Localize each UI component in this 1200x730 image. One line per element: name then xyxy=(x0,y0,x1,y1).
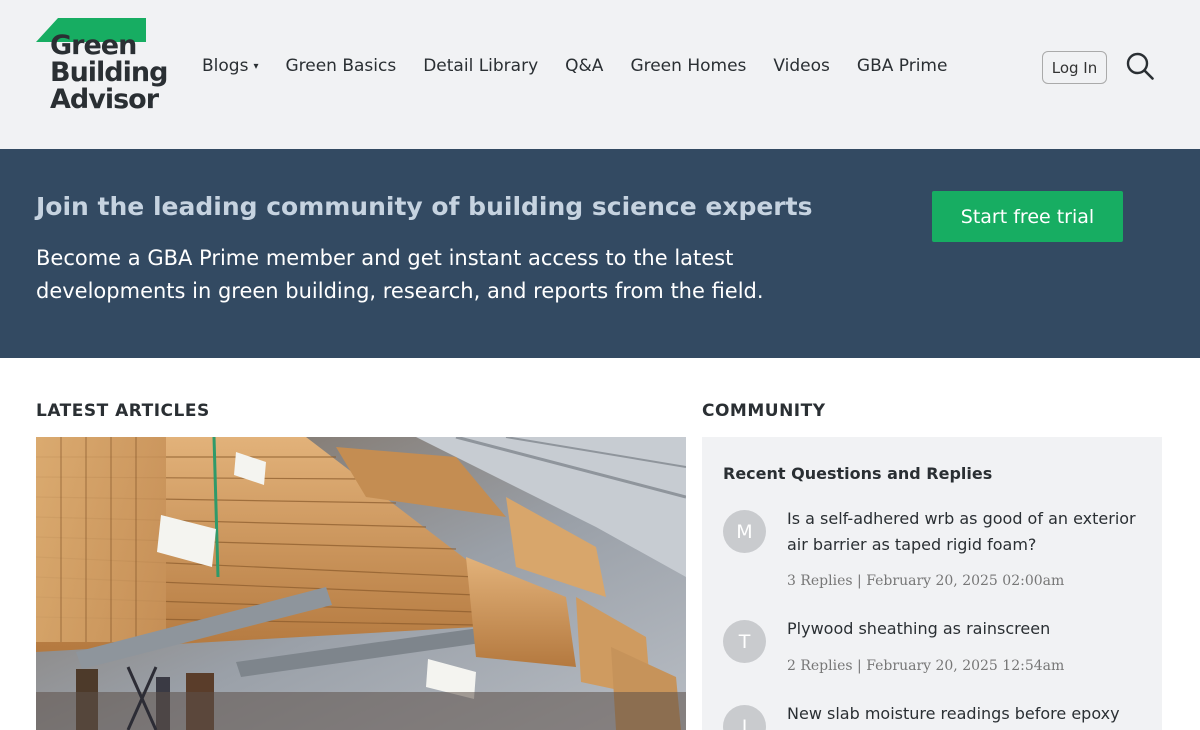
nav-item-qa[interactable]: Q&A xyxy=(565,56,603,76)
nav-item-green-basics[interactable]: Green Basics xyxy=(285,56,396,76)
logo-text: Green Building Advisor xyxy=(50,30,168,115)
question-meta: 2 Replies | February 20, 2025 12:54am xyxy=(787,658,1065,674)
prime-banner: Join the leading community of building s… xyxy=(0,149,1200,358)
avatar: T xyxy=(723,620,766,663)
lumber-rack-image xyxy=(36,437,686,730)
logo[interactable]: Green Building Advisor xyxy=(36,18,181,122)
caret-down-icon: ▾ xyxy=(253,60,259,72)
avatar: M xyxy=(723,510,766,553)
nav-item-label: Blogs xyxy=(202,56,249,76)
community-panel: Recent Questions and Replies M Is a self… xyxy=(702,437,1162,730)
nav-item-detail-library[interactable]: Detail Library xyxy=(423,56,538,76)
search-icon[interactable] xyxy=(1125,51,1155,81)
community-heading: COMMUNITY xyxy=(702,401,826,421)
banner-title: Join the leading community of building s… xyxy=(36,192,813,221)
logo-line-3: Advisor xyxy=(50,84,159,115)
nav-item-gba-prime[interactable]: GBA Prime xyxy=(857,56,948,76)
question-meta: 3 Replies | February 20, 2025 02:00am xyxy=(787,573,1065,589)
latest-articles-heading: LATEST ARTICLES xyxy=(36,401,210,421)
main-nav: Blogs ▾ Green Basics Detail Library Q&A … xyxy=(202,56,974,76)
recent-questions-title: Recent Questions and Replies xyxy=(723,464,993,483)
login-button[interactable]: Log In xyxy=(1042,51,1107,84)
featured-article-image[interactable] xyxy=(36,437,686,730)
question-link[interactable]: Plywood sheathing as rainscreen xyxy=(787,616,1137,642)
logo-line-1: Green xyxy=(50,30,137,61)
banner-text: Become a GBA Prime member and get instan… xyxy=(36,246,764,303)
start-free-trial-button[interactable]: Start free trial xyxy=(932,191,1123,242)
nav-item-videos[interactable]: Videos xyxy=(773,56,830,76)
site-header: Green Building Advisor Blogs ▾ Green Bas… xyxy=(0,0,1200,149)
nav-item-green-homes[interactable]: Green Homes xyxy=(630,56,746,76)
nav-item-blogs[interactable]: Blogs ▾ xyxy=(202,56,258,76)
question-link[interactable]: Is a self-adhered wrb as good of an exte… xyxy=(787,506,1137,558)
logo-line-2: Building xyxy=(50,57,168,88)
question-link[interactable]: New slab moisture readings before epoxy … xyxy=(787,701,1137,730)
avatar: J xyxy=(723,705,766,730)
